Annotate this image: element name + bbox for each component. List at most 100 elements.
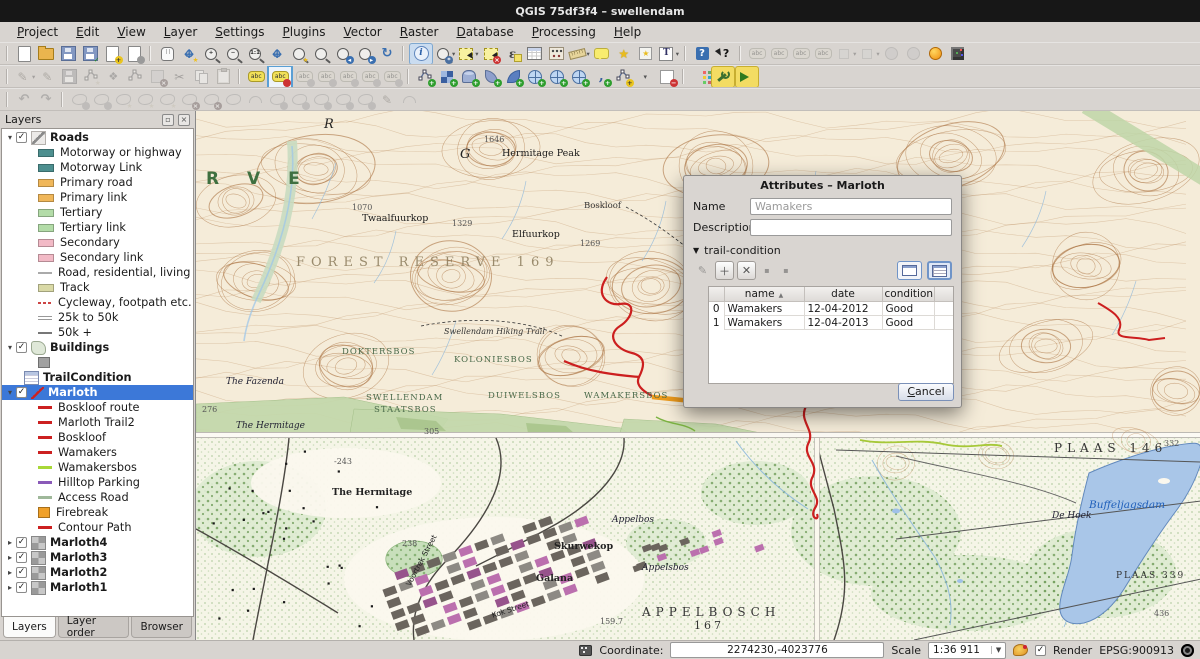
zoom-in-button[interactable]: + bbox=[200, 44, 222, 64]
menu-project[interactable]: Project bbox=[8, 23, 67, 41]
name-input[interactable]: Wamakers bbox=[750, 198, 952, 215]
add-wcs-layer-button[interactable]: + bbox=[546, 67, 568, 87]
measure-line-button[interactable]: ▾ bbox=[568, 44, 591, 64]
select-by-expression-button[interactable]: ε bbox=[502, 44, 524, 64]
scale-combobox[interactable]: 1:36 911 ▼ bbox=[928, 642, 1006, 659]
table-row[interactable]: 1Wamakers12-04-2013Good bbox=[709, 316, 954, 330]
paint-icon[interactable] bbox=[1013, 644, 1028, 656]
layer-checkbox[interactable]: ✓ bbox=[16, 387, 27, 398]
menu-help[interactable]: Help bbox=[605, 23, 650, 41]
layer-item-hilltop-parking[interactable]: Hilltop Parking bbox=[2, 475, 193, 490]
expand-arrow-icon[interactable]: ▾ bbox=[5, 388, 15, 397]
menu-settings[interactable]: Settings bbox=[206, 23, 273, 41]
zoom-next-button[interactable]: ▸ bbox=[354, 44, 376, 64]
layer-checkbox[interactable]: ✓ bbox=[16, 132, 27, 143]
layer-item-secondary-link[interactable]: Secondary link bbox=[2, 250, 193, 265]
composer-manager-button[interactable] bbox=[123, 44, 145, 64]
layer-item-marloth-trail2[interactable]: Marloth Trail2 bbox=[2, 415, 193, 430]
layer-item-tertiary[interactable]: Tertiary bbox=[2, 205, 193, 220]
layer-item-primary-link[interactable]: Primary link bbox=[2, 190, 193, 205]
remove-layer-button[interactable]: − bbox=[656, 67, 678, 87]
panel-tab-layer-order[interactable]: Layer order bbox=[58, 617, 130, 638]
menu-plugins[interactable]: Plugins bbox=[274, 23, 335, 41]
map-tips-button[interactable] bbox=[591, 44, 613, 64]
open-attribute-table-button[interactable] bbox=[524, 44, 546, 64]
menu-processing[interactable]: Processing bbox=[523, 23, 605, 41]
menu-view[interactable]: View bbox=[108, 23, 154, 41]
layer-item-boskloof[interactable]: Boskloof bbox=[2, 430, 193, 445]
menu-layer[interactable]: Layer bbox=[155, 23, 206, 41]
layer-item-trailcondition[interactable]: TrailCondition bbox=[2, 370, 193, 385]
trail-condition-table[interactable]: name▲datecondition0Wamakers12-04-2012Goo… bbox=[709, 287, 954, 330]
add-raster-layer-button[interactable]: + bbox=[436, 67, 458, 87]
layer-item-primary-road[interactable]: Primary road bbox=[2, 175, 193, 190]
select-rectangle-button[interactable]: ▾ bbox=[456, 44, 479, 64]
close-panel-icon[interactable]: × bbox=[178, 114, 190, 126]
zoom-full-button[interactable]: ↔↕ bbox=[266, 44, 288, 64]
layer-item-track[interactable]: Track bbox=[2, 280, 193, 295]
layer-item-marloth1[interactable]: ▸✓Marloth1 bbox=[2, 580, 193, 595]
plugin-arrow-button[interactable] bbox=[735, 66, 759, 88]
layer-labeling-options-button[interactable]: abc bbox=[245, 67, 267, 87]
layer-item-motorway-or-highway[interactable]: Motorway or highway bbox=[2, 145, 193, 160]
save-project-button[interactable] bbox=[57, 44, 79, 64]
panel-tab-browser[interactable]: Browser bbox=[131, 617, 192, 638]
new-print-composer-button[interactable]: + bbox=[101, 44, 123, 64]
save-project-as-button[interactable]: ✓ bbox=[79, 44, 101, 64]
plugin-wrench-button[interactable] bbox=[711, 66, 735, 88]
panel-tab-layers[interactable]: Layers bbox=[3, 617, 56, 638]
new-project-button[interactable] bbox=[13, 44, 35, 64]
table-row[interactable]: 0Wamakers12-04-2012Good bbox=[709, 302, 954, 316]
coordinate-capture-icon[interactable] bbox=[579, 645, 592, 656]
layer-item-boskloof-route[interactable]: Boskloof route bbox=[2, 400, 193, 415]
open-project-button[interactable] bbox=[35, 44, 57, 64]
layer-menu-arrow-button[interactable]: ▾ bbox=[634, 67, 656, 87]
layer-checkbox[interactable]: ✓ bbox=[16, 552, 27, 563]
expand-arrow-icon[interactable]: ▸ bbox=[5, 568, 15, 577]
run-feature-action-button[interactable]: *▾ bbox=[433, 44, 456, 64]
float-panel-icon[interactable]: ▫ bbox=[162, 114, 174, 126]
expand-arrow-icon[interactable]: ▸ bbox=[5, 553, 15, 562]
deselect-all-button[interactable]: × bbox=[480, 44, 502, 64]
add-postgis-layer-button[interactable]: + bbox=[458, 67, 480, 87]
add-child-button[interactable]: ＋ bbox=[715, 261, 734, 280]
layer-item-25k-to-50k[interactable]: 25k to 50k bbox=[2, 310, 193, 325]
layer-item-tertiary-link[interactable]: Tertiary link bbox=[2, 220, 193, 235]
layer-item-marloth4[interactable]: ▸✓Marloth4 bbox=[2, 535, 193, 550]
layer-item-marloth2[interactable]: ▸✓Marloth2 bbox=[2, 565, 193, 580]
layer-checkbox[interactable]: ✓ bbox=[16, 342, 27, 353]
expand-arrow-icon[interactable]: ▸ bbox=[5, 538, 15, 547]
description-input[interactable] bbox=[750, 219, 952, 236]
layer-item-symbol[interactable] bbox=[2, 355, 193, 370]
form-view-button[interactable] bbox=[897, 261, 922, 280]
identify-features-button[interactable]: i bbox=[409, 43, 433, 65]
options-gear-icon[interactable] bbox=[1181, 644, 1194, 657]
layer-item-cycleway-footpath-etc-[interactable]: Cycleway, footpath etc. bbox=[2, 295, 193, 310]
expand-arrow-icon[interactable]: ▾ bbox=[5, 133, 15, 142]
menu-vector[interactable]: Vector bbox=[335, 23, 391, 41]
add-spatialite-layer-button[interactable]: + bbox=[480, 67, 502, 87]
text-annotation-button[interactable]: T▾ bbox=[657, 44, 680, 64]
layer-item-wamakers[interactable]: Wamakers bbox=[2, 445, 193, 460]
layer-item-buildings[interactable]: ▾✓Buildings bbox=[2, 340, 193, 355]
zoom-last-button[interactable]: ◂ bbox=[332, 44, 354, 64]
pan-map-button[interactable] bbox=[156, 44, 178, 64]
layer-item-motorway-link[interactable]: Motorway Link bbox=[2, 160, 193, 175]
label-selected-layer-button[interactable]: abc bbox=[267, 65, 293, 88]
expand-arrow-icon[interactable]: ▸ bbox=[5, 583, 15, 592]
python-console-button[interactable] bbox=[689, 67, 711, 87]
layer-item-secondary[interactable]: Secondary bbox=[2, 235, 193, 250]
add-wms-layer-button[interactable]: + bbox=[524, 67, 546, 87]
layer-checkbox[interactable]: ✓ bbox=[16, 582, 27, 593]
zoom-to-selection-button[interactable]: ★ bbox=[288, 44, 310, 64]
layer-item-access-road[interactable]: Access Road bbox=[2, 490, 193, 505]
layer-checkbox[interactable]: ✓ bbox=[16, 537, 27, 548]
menu-raster[interactable]: Raster bbox=[391, 23, 448, 41]
help-contents-button[interactable]: ? bbox=[691, 44, 713, 64]
refresh-map-button[interactable]: ↻ bbox=[376, 44, 398, 64]
layer-item-50k-[interactable]: 50k + bbox=[2, 325, 193, 340]
expand-arrow-icon[interactable]: ▾ bbox=[5, 343, 15, 352]
zoom-native-button[interactable]: 1:1 bbox=[244, 44, 266, 64]
pan-to-selection-button[interactable]: ↔↕★ bbox=[178, 44, 200, 64]
add-mssql-layer-button[interactable]: + bbox=[502, 67, 524, 87]
